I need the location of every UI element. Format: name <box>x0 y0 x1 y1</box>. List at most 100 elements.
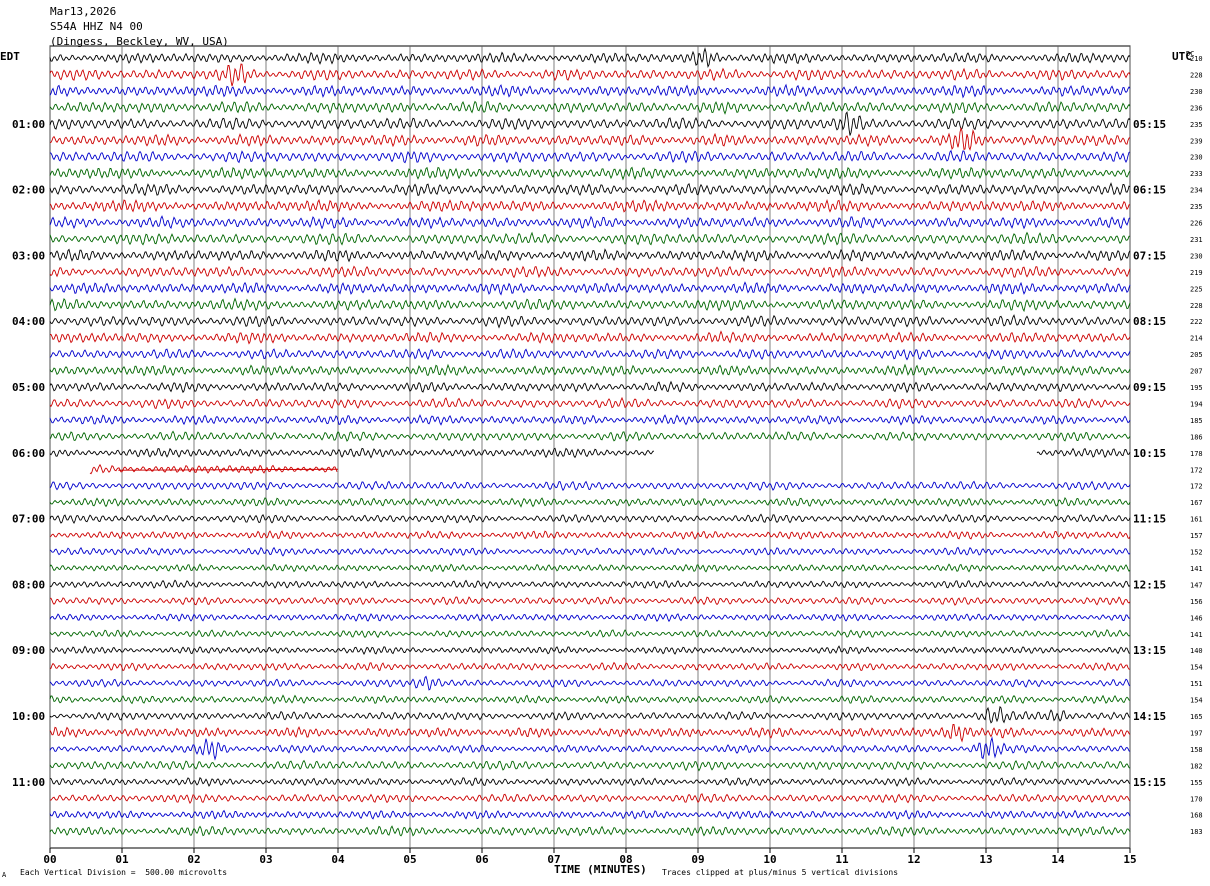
dc-offset-label: 236 <box>1190 104 1203 112</box>
dc-offset-label: 214 <box>1190 335 1203 343</box>
dc-offset-label: 156 <box>1190 598 1203 606</box>
trace-line <box>49 694 1131 705</box>
left-hour-label: 06:00 <box>12 447 45 460</box>
trace-line <box>49 47 1131 68</box>
right-hour-label: 06:15 <box>1133 184 1166 197</box>
trace-line <box>49 736 1131 761</box>
dc-offset-label: 207 <box>1190 368 1203 376</box>
right-hour-label: 12:15 <box>1133 578 1166 591</box>
dc-offset-label: 182 <box>1190 762 1203 770</box>
right-hour-label: 07:15 <box>1133 249 1166 262</box>
dc-offset-label: 147 <box>1190 581 1203 589</box>
x-tick-label: 10 <box>763 853 776 866</box>
dc-offset-label: 194 <box>1190 400 1203 408</box>
corner-mark: A <box>2 871 7 879</box>
dc-offset-label: 233 <box>1190 170 1203 178</box>
trace-line <box>49 613 1131 623</box>
right-hour-label: 13:15 <box>1133 644 1166 657</box>
trace-line <box>49 723 1131 743</box>
dc-offset-label: 225 <box>1190 285 1203 293</box>
dc-offset-label: 231 <box>1190 236 1203 244</box>
dc-offset-label: 170 <box>1190 795 1203 803</box>
dc-offset-label: 155 <box>1190 779 1203 787</box>
x-tick-label: 00 <box>43 853 56 866</box>
dc-offset-label: 146 <box>1190 614 1203 622</box>
dc-offset-label: 165 <box>1190 713 1203 721</box>
dc-offset-label: 185 <box>1190 417 1203 425</box>
dc-offset-label: 168 <box>1190 812 1203 820</box>
dc-offset-label: 140 <box>1190 647 1203 655</box>
dc-offset-label: 141 <box>1190 565 1203 573</box>
plot-frame <box>49 45 1131 849</box>
trace-line <box>49 166 1131 181</box>
x-tick-label: 11 <box>835 853 849 866</box>
dc-offset-label: 167 <box>1190 499 1203 507</box>
trace-line <box>49 496 1131 508</box>
trace-line <box>49 248 1131 263</box>
left-hour-label: 05:00 <box>12 381 45 394</box>
dc-offset-label: 178 <box>1190 450 1203 458</box>
trace-line <box>49 83 1131 99</box>
dc-offset-label: 228 <box>1190 302 1203 310</box>
dc-offset-label: 141 <box>1190 631 1203 639</box>
x-tick-label: 14 <box>1051 853 1065 866</box>
left-hour-label: 02:00 <box>12 184 45 197</box>
scale-note: Each Vertical Division = 500.00 microvol… <box>20 868 228 877</box>
x-tick-label: 03 <box>259 853 272 866</box>
axis-labels: 00 01 02 03 04 05 06 07 08 09 10 11 12 13 14 1521022823… <box>12 55 1203 866</box>
left-hour-label: 11:00 <box>12 776 45 789</box>
left-hour-label: 03:00 <box>12 249 45 262</box>
x-tick-label: 06 <box>475 853 489 866</box>
trace-line <box>49 809 1131 820</box>
trace-line <box>49 297 1131 313</box>
dc-offset-label: 234 <box>1190 187 1203 195</box>
left-hour-label: 09:00 <box>12 644 45 657</box>
dc-offset-label: 226 <box>1190 220 1203 228</box>
dc-offset-label: 186 <box>1190 433 1203 441</box>
trace-line <box>49 111 1131 136</box>
x-tick-label: 09 <box>691 853 704 866</box>
trace-line <box>49 281 1131 296</box>
trace-line <box>49 563 1131 573</box>
trace-line <box>49 149 1131 164</box>
x-tick-label: 05 <box>403 853 416 866</box>
helicorder-plot: 00 01 02 03 04 05 06 07 08 09 10 11 12 13 14 1521022823… <box>12 45 1203 866</box>
trace-line <box>49 480 1131 492</box>
trace-line <box>49 198 1131 213</box>
dc-offset-label: 228 <box>1190 71 1203 79</box>
trace-line <box>49 348 1131 361</box>
trace-line <box>49 530 1131 540</box>
x-tick-label: 13 <box>979 853 992 866</box>
right-hour-label: 11:15 <box>1133 513 1166 526</box>
dc-offset-label: 172 <box>1190 466 1203 474</box>
right-hour-label: 15:15 <box>1133 776 1166 789</box>
dc-offset-label: 235 <box>1190 121 1203 129</box>
seismic-traces <box>49 47 1131 837</box>
dc-offset-label: 222 <box>1190 318 1203 326</box>
left-hour-label: 04:00 <box>12 315 45 328</box>
x-tick-label: 04 <box>331 853 345 866</box>
right-hour-label: 14:15 <box>1133 710 1166 723</box>
dc-offset-label: 161 <box>1190 516 1203 524</box>
dc-offset-label: 183 <box>1190 828 1203 836</box>
trace-line <box>49 215 1131 230</box>
dc-offset-label: 154 <box>1190 697 1203 705</box>
trace-line <box>49 265 1131 279</box>
dc-offset-label: 172 <box>1190 483 1203 491</box>
trace-line <box>49 596 1131 606</box>
dc-offset-label: 197 <box>1190 729 1203 737</box>
dc-offset-label: 205 <box>1190 351 1203 359</box>
dc-offset-label: 151 <box>1190 680 1203 688</box>
trace-line <box>49 380 1131 394</box>
trace-flatline <box>118 468 339 471</box>
trace-line <box>49 759 1131 772</box>
left-hour-label: 07:00 <box>12 513 45 526</box>
trace-line <box>49 396 1131 410</box>
trace-line <box>49 777 1131 787</box>
trace-line <box>49 661 1130 672</box>
dc-offset-label: 154 <box>1190 664 1203 672</box>
dc-offset-label: 219 <box>1190 269 1203 277</box>
dc-offset-label: 158 <box>1190 746 1203 754</box>
dc-offset-label: 157 <box>1190 532 1203 540</box>
trace-line <box>49 314 1131 329</box>
